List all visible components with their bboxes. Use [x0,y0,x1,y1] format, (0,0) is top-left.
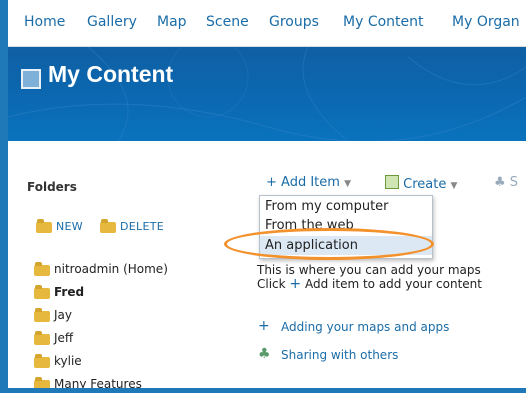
create-label: Create [403,177,447,192]
folder-label: kylie [54,354,82,368]
new-folder-icon [36,219,52,233]
message-line-2: Click + Add item to add your content [257,277,482,291]
folder-icon [34,354,50,368]
top-navigation: Home Gallery Map Scene Groups My Content… [8,0,526,47]
sharing-icon: ♣ [258,346,271,362]
nav-my-organization[interactable]: My Organ [452,14,520,30]
create-button[interactable]: Create ▼ [385,175,457,192]
sharing-label: Sharing with others [281,348,399,362]
folder-label: Jay [54,308,72,322]
page-banner: My Content [8,47,526,141]
page-title: My Content [48,61,174,87]
plus-icon: + [258,318,270,334]
share-icon: ♣ [494,175,506,190]
folder-icon [34,331,50,345]
nav-scene[interactable]: Scene [206,14,249,30]
share-label: S [509,175,519,190]
folder-label: Fred [54,285,85,299]
nav-my-content[interactable]: My Content [343,14,424,30]
highlight-ring [224,228,434,260]
folder-icon [34,285,50,299]
share-button[interactable]: ♣ S [494,175,518,190]
delete-folder-icon [100,219,116,233]
nav-groups[interactable]: Groups [269,14,319,30]
chevron-down-icon: ▼ [344,179,352,189]
folder-label: Jeff [54,331,74,345]
message-line-2-suffix: Add item to add your content [304,277,482,291]
new-folder-button[interactable]: NEW [56,220,83,233]
folders-heading: Folders [27,180,77,194]
delete-folder-button[interactable]: DELETE [120,220,164,233]
folder-icon [34,308,50,322]
add-item-label: Add Item [281,175,340,190]
create-icon [385,175,399,189]
plus-icon: + [289,276,302,292]
chevron-down-icon: ▼ [450,181,458,191]
plus-icon: + [266,175,277,190]
empty-content-message: This is where you can add your maps Clic… [257,263,482,291]
left-frame-border [0,0,8,393]
nav-gallery[interactable]: Gallery [87,14,137,30]
add-item-button[interactable]: + Add Item ▼ [266,175,351,190]
adding-maps-label: Adding your maps and apps [281,320,450,334]
folder-icon [34,262,50,276]
folder-label: nitroadmin (Home) [54,262,168,276]
nav-home[interactable]: Home [24,14,65,30]
message-line-2-prefix: Click [257,277,286,291]
bottom-frame-border [0,388,526,393]
menu-item-from-computer[interactable]: From my computer [260,197,432,216]
message-line-1: This is where you can add your maps [257,263,481,277]
nav-map[interactable]: Map [157,14,187,30]
page-icon [21,69,41,89]
